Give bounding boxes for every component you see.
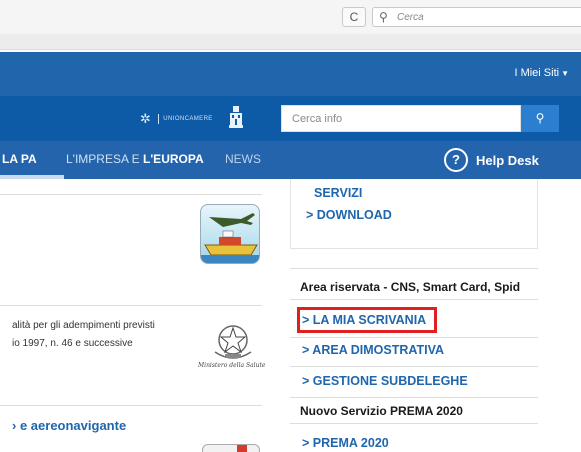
plane-ship-icon xyxy=(201,213,259,263)
browser-search-field[interactable]: ⚲ Cerca xyxy=(372,7,581,27)
active-tab-indicator xyxy=(0,175,64,179)
reload-icon: C xyxy=(349,10,359,24)
search-icon: ⚲ xyxy=(535,111,545,125)
top-bar: I Miei Siti ▼ xyxy=(0,52,581,96)
nav-item-impresa-europa[interactable]: L'IMPRESA E L'EUROPA xyxy=(66,152,204,166)
arrow-fragment-icon: › xyxy=(12,418,20,433)
site-search-input[interactable]: Cerca info xyxy=(281,105,521,132)
site-search-placeholder: Cerca info xyxy=(292,113,343,125)
divider xyxy=(290,397,538,398)
reload-button[interactable]: C xyxy=(342,7,366,27)
caret-down-icon: ▼ xyxy=(561,69,569,78)
building-logo-icon[interactable] xyxy=(229,106,243,128)
help-circle-icon: ? xyxy=(444,148,468,172)
area-dimostrativa-link[interactable]: > AREA DIMOSTRATIVA xyxy=(302,343,444,357)
divider xyxy=(0,305,262,306)
gestione-subdeleghe-link[interactable]: > GESTIONE SUBDELEGHE xyxy=(302,374,468,388)
main-nav: LA PA L'IMPRESA E L'EUROPA NEWS ? Help D… xyxy=(0,141,581,179)
divider xyxy=(0,194,262,195)
nav-item-news[interactable]: NEWS xyxy=(225,152,261,166)
nav-impresa-prefix: L'IMPRESA E xyxy=(66,152,143,166)
unioncamere-text: UNIONCAMERE xyxy=(163,116,213,122)
partial-thumbnail[interactable] xyxy=(202,444,260,452)
prema-section-title: Nuovo Servizio PREMA 2020 xyxy=(300,404,463,418)
mia-scrivania-link[interactable]: > LA MIA SCRIVANIA xyxy=(302,313,426,327)
nav-item-pa[interactable]: LA PA xyxy=(2,152,37,166)
servizi-link[interactable]: SERVIZI xyxy=(314,186,362,200)
divider xyxy=(0,405,262,406)
browser-search-placeholder: Cerca xyxy=(397,12,424,23)
divider xyxy=(290,423,538,424)
search-icon: ⚲ xyxy=(379,10,388,24)
left-text-line-1: alità per gli adempimenti previsti xyxy=(12,320,155,331)
logo-separator xyxy=(158,114,160,124)
unioncamere-logo[interactable]: ✲ UNIONCAMERE xyxy=(140,111,213,127)
divider xyxy=(290,337,538,338)
browser-toolbar: C ⚲ Cerca xyxy=(0,0,581,34)
aereonavigante-label: e aereonavigante xyxy=(19,418,127,433)
help-desk-label: Help Desk xyxy=(476,152,539,168)
divider xyxy=(290,366,538,367)
left-text-line-2: io 1997, n. 46 e successive xyxy=(12,338,133,349)
divider xyxy=(290,299,538,300)
partial-thumbnail-accent xyxy=(237,445,247,452)
transport-thumbnail[interactable] xyxy=(200,204,260,264)
my-sites-label: I Miei Siti xyxy=(514,67,560,79)
gear-logo-icon: ✲ xyxy=(140,111,152,126)
area-riservata-title: Area riservata - CNS, Smart Card, Spid xyxy=(300,280,521,294)
ministry-caption: Ministero della Salute xyxy=(198,362,266,369)
my-sites-menu[interactable]: I Miei Siti ▼ xyxy=(514,67,569,79)
divider xyxy=(290,268,538,269)
prema-2020-link[interactable]: > PREMA 2020 xyxy=(302,436,389,450)
download-link[interactable]: > DOWNLOAD xyxy=(306,208,392,222)
aereonavigante-link[interactable]: › e aereonavigante xyxy=(12,418,126,433)
site-search-button[interactable]: ⚲ xyxy=(521,105,559,132)
help-desk-link[interactable]: ? Help Desk xyxy=(444,147,539,173)
nav-europa-bold: L'EUROPA xyxy=(143,152,204,166)
browser-bookmarks-strip xyxy=(0,34,581,50)
